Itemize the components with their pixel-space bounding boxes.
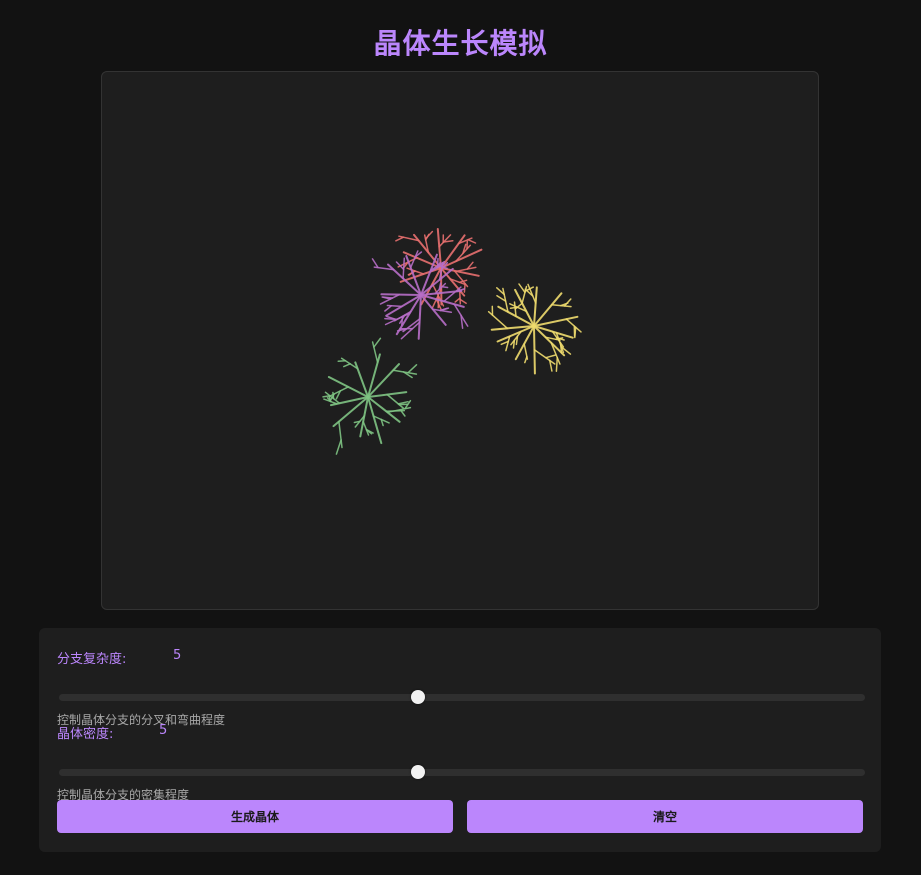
crystal-yellow-branch <box>524 355 528 364</box>
density-label: 晶体密度: <box>57 727 114 742</box>
crystal-drawing <box>322 228 582 455</box>
crystal-green-branch <box>397 400 409 405</box>
crystal-purple-branch <box>384 305 393 312</box>
crystal-green-branch <box>400 409 406 417</box>
clear-button[interactable]: 清空 <box>467 800 863 833</box>
density-slider[interactable] <box>59 769 865 776</box>
crystal-yellow-branch <box>487 310 509 330</box>
crystal-yellow-branch <box>509 306 519 309</box>
crystal-purple-branch <box>441 285 449 289</box>
crystal-yellow-branch <box>555 356 559 372</box>
crystal-green-branch <box>343 363 351 368</box>
crystal-purple-branch <box>380 293 422 296</box>
page-title: 晶体生长模拟 <box>373 27 548 60</box>
complexity-slider[interactable] <box>59 694 865 701</box>
crystal-purple-branch <box>395 261 405 271</box>
crystal-purple-branch <box>386 304 403 308</box>
crystal-yellow-branch <box>545 354 556 359</box>
app-root: 晶体生长模拟 分支复杂度: 5 控制晶体分支的分叉和弯曲程度 晶体密度: 5 控… <box>0 0 921 875</box>
crystal-yellow-branch <box>518 283 526 294</box>
crystal-yellow-branch <box>565 318 582 333</box>
crystal-yellow-branch <box>512 339 516 349</box>
density-value: 5 <box>159 723 168 738</box>
crystal-red-branch <box>395 236 405 242</box>
crystal-green-branch <box>373 337 382 348</box>
crystal-green-branch <box>335 439 342 455</box>
crystal-yellow-branch <box>533 286 538 327</box>
crystal-red-branch <box>458 289 462 305</box>
density-slider-thumb[interactable] <box>410 765 425 779</box>
generate-crystal-button[interactable]: 生成晶体 <box>57 800 453 833</box>
control-panel: 分支复杂度: 5 控制晶体分支的分叉和弯曲程度 晶体密度: 5 控制晶体分支的密… <box>39 628 881 852</box>
crystal-yellow-branch <box>514 325 535 361</box>
crystal-purple-branch <box>371 258 379 269</box>
crystal-red-branch <box>456 266 477 272</box>
crystal-purple-branch <box>436 257 439 269</box>
crystal-canvas[interactable] <box>101 71 819 610</box>
crystal-green-branch <box>337 359 347 362</box>
complexity-label: 分支复杂度: <box>57 652 127 667</box>
crystal-green-branch <box>362 420 370 436</box>
crystal-yellow-branch <box>533 349 556 365</box>
crystal-purple-branch <box>417 294 422 340</box>
crystal-green-branch <box>407 364 418 374</box>
crystal-red-branch <box>437 295 440 309</box>
crystal-green-branch <box>386 393 404 409</box>
complexity-slider-thumb[interactable] <box>410 690 425 704</box>
crystal-red-branch <box>458 279 468 284</box>
complexity-value: 5 <box>173 648 182 663</box>
crystal-green-branch <box>367 396 383 445</box>
crystal-red-branch <box>467 238 477 244</box>
crystal-red-branch <box>454 297 461 303</box>
crystal-purple-branch <box>409 250 419 269</box>
